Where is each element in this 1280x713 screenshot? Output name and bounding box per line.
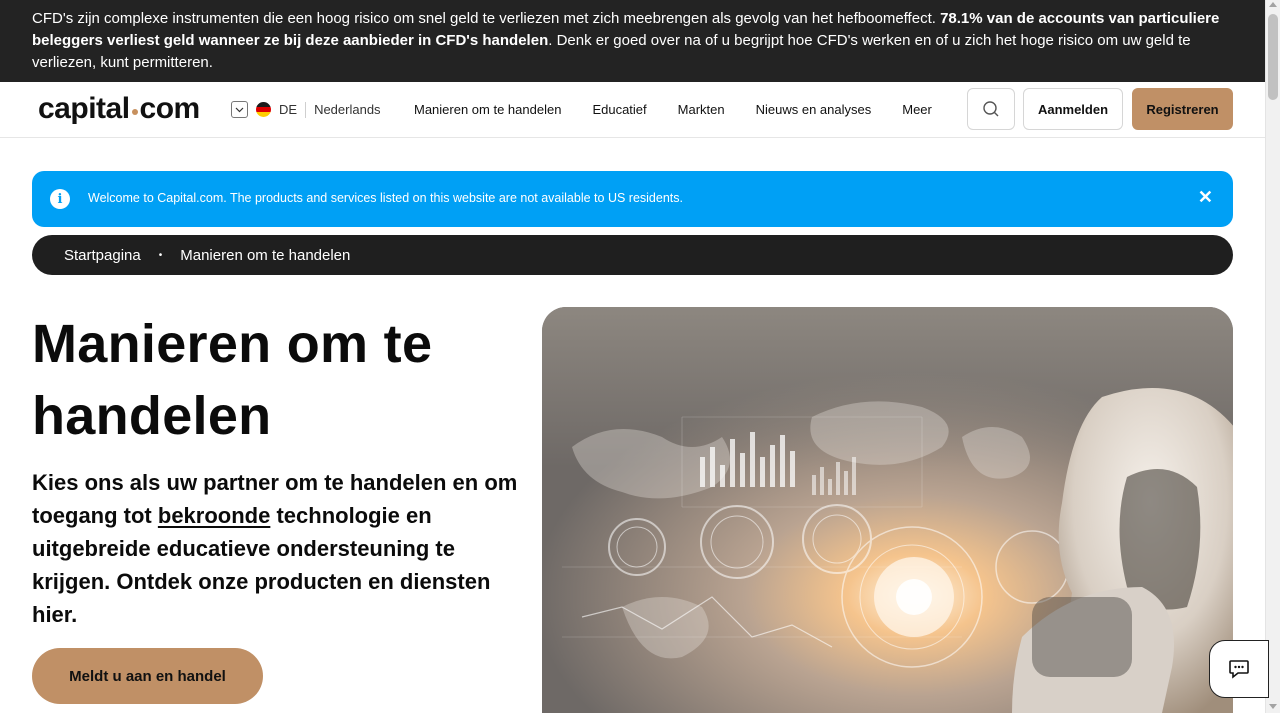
hero-robot-trading-image [542, 307, 1233, 713]
page-scrollbar[interactable] [1265, 0, 1280, 713]
chat-icon [1229, 660, 1249, 679]
scroll-up-arrow-icon[interactable] [1269, 2, 1277, 7]
scroll-down-arrow-icon[interactable] [1269, 704, 1277, 709]
close-icon[interactable]: ✕ [1198, 187, 1213, 208]
logo-text-left: capital [38, 92, 130, 125]
breadcrumb: Startpagina • Manieren om te handelen [32, 235, 1233, 275]
nav-education[interactable]: Educatief [592, 102, 646, 117]
nav-ways-to-trade[interactable]: Manieren om te handelen [414, 102, 561, 117]
search-button[interactable] [967, 88, 1015, 130]
award-winning-link[interactable]: bekroonde [158, 503, 270, 528]
nav-more[interactable]: Meer [902, 102, 932, 117]
page-title: Manieren om te handelen [32, 314, 433, 446]
us-residents-notice: i Welcome to Capital.com. The products a… [32, 171, 1233, 227]
signup-trade-button[interactable]: Meldt u aan en handel [32, 648, 263, 704]
language-label[interactable]: Nederlands [314, 102, 381, 117]
breadcrumb-separator: • [158, 249, 163, 261]
flag-de-icon [256, 102, 271, 117]
breadcrumb-home[interactable]: Startpagina [64, 247, 141, 264]
language-selector[interactable]: DE Nederlands [231, 101, 381, 118]
chat-button[interactable] [1209, 640, 1269, 698]
chevron-down-icon[interactable] [231, 101, 248, 118]
main-nav: Manieren om te handelen Educatief Markte… [414, 102, 963, 117]
register-button[interactable]: Registreren [1132, 88, 1233, 130]
logo-dot [131, 109, 138, 115]
nav-markets[interactable]: Markten [678, 102, 725, 117]
scroll-thumb[interactable] [1268, 14, 1278, 100]
info-icon: i [50, 189, 70, 209]
notice-text: Welcome to Capital.com. The products and… [88, 191, 683, 205]
nav-news-analysis[interactable]: Nieuws en analyses [756, 102, 872, 117]
risk-text: CFD's zijn complexe instrumenten die een… [32, 10, 941, 27]
language-divider [305, 101, 307, 118]
site-header: capital com DE Nederlands Manieren om te … [0, 82, 1265, 138]
login-button[interactable]: Aanmelden [1023, 88, 1123, 130]
region-code[interactable]: DE [279, 102, 297, 117]
capital-com-logo[interactable]: capital com [38, 92, 200, 126]
search-icon [983, 101, 999, 117]
hero-subtitle: Kies ons als uw partner om te handelen e… [32, 466, 522, 631]
risk-warning-banner: CFD's zijn complexe instrumenten die een… [0, 0, 1265, 82]
logo-text-right: com [139, 92, 201, 125]
breadcrumb-current: Manieren om te handelen [180, 246, 351, 264]
